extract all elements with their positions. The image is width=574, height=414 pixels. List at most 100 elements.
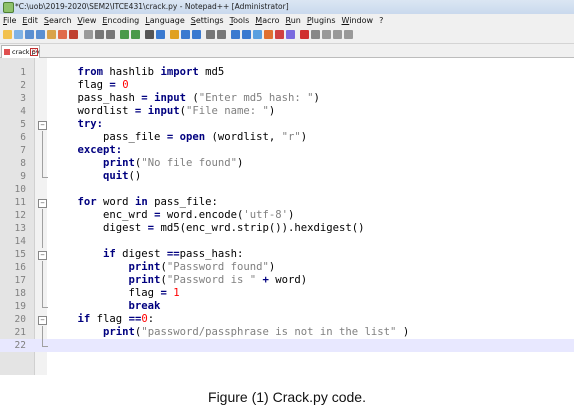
fold-line bbox=[36, 274, 46, 287]
code-line[interactable]: 2 flag = 0 bbox=[0, 79, 574, 92]
toolbar-button-icon[interactable] bbox=[47, 30, 56, 39]
menu-item-tools[interactable]: Tools bbox=[230, 14, 250, 27]
toolbar-button-icon[interactable] bbox=[95, 30, 104, 39]
line-number: 5 bbox=[20, 119, 26, 130]
code-token: print bbox=[103, 157, 135, 169]
toolbar-button-icon[interactable] bbox=[311, 30, 320, 39]
toolbar-button-icon[interactable] bbox=[36, 30, 45, 39]
fold-toggle-icon[interactable]: − bbox=[36, 313, 47, 326]
toolbar-button-icon[interactable] bbox=[131, 30, 140, 39]
toolbar-button-icon[interactable] bbox=[217, 30, 226, 39]
fold-toggle-icon[interactable]: − bbox=[36, 118, 47, 131]
toolbar-button-icon[interactable] bbox=[322, 30, 331, 39]
code-line[interactable]: 10 bbox=[0, 183, 574, 196]
menu-item-edit[interactable]: Edit bbox=[22, 14, 38, 27]
code-token: flag bbox=[52, 287, 161, 299]
line-number: 21 bbox=[14, 327, 26, 338]
toolbar-button-icon[interactable] bbox=[286, 30, 295, 39]
code-token: print bbox=[128, 274, 161, 286]
fold-line bbox=[36, 235, 46, 248]
menu-item-settings[interactable]: Settings bbox=[191, 14, 224, 27]
code-line[interactable]: 9 quit() bbox=[0, 170, 574, 183]
toolbar-button-icon[interactable] bbox=[264, 30, 273, 39]
code-line[interactable]: 21 print("password/passphrase is not in … bbox=[0, 326, 574, 339]
toolbar-button-icon[interactable] bbox=[14, 30, 23, 39]
toolbar-button-icon[interactable] bbox=[84, 30, 93, 39]
code-line[interactable]: 6 pass_file = open (wordlist, "r") bbox=[0, 131, 574, 144]
code-line[interactable]: 12 enc_wrd = word.encode('utf-8') bbox=[0, 209, 574, 222]
code-token: ) bbox=[288, 209, 295, 221]
toolbar-button-icon[interactable] bbox=[253, 30, 262, 39]
toolbar-button-icon[interactable] bbox=[275, 30, 284, 39]
toolbar-button-icon[interactable] bbox=[300, 30, 309, 39]
toolbar-button-icon[interactable] bbox=[3, 30, 12, 39]
code-line[interactable]: 20− if flag ==0: bbox=[0, 313, 574, 326]
fold-line bbox=[36, 326, 46, 339]
menu-bar: File Edit Search View Encoding Language Settin… bbox=[0, 14, 574, 27]
menu-item-encoding[interactable]: Encoding bbox=[102, 14, 139, 27]
code-text: if flag ==0: bbox=[52, 313, 155, 326]
line-number: 19 bbox=[14, 301, 26, 312]
menu-item-help[interactable]: ? bbox=[379, 14, 383, 27]
code-line[interactable]: 4 wordlist = input("File name: ") bbox=[0, 105, 574, 118]
code-line[interactable]: 5− try: bbox=[0, 118, 574, 131]
toolbar-button-icon[interactable] bbox=[69, 30, 78, 39]
code-line[interactable]: 18 flag = 1 bbox=[0, 287, 574, 300]
toolbar-button-icon[interactable] bbox=[242, 30, 251, 39]
code-token: pass_hash: bbox=[179, 248, 244, 260]
code-token: if bbox=[77, 313, 91, 325]
code-line[interactable]: 3 pass_hash = input ("Enter md5 hash: ") bbox=[0, 92, 574, 105]
toolbar-button-icon[interactable] bbox=[333, 30, 342, 39]
menu-item-file[interactable]: File bbox=[3, 14, 16, 27]
code-line[interactable]: 17 print("Password is " + word) bbox=[0, 274, 574, 287]
code-line[interactable]: 8 print("No file found") bbox=[0, 157, 574, 170]
code-text: flag = 0 bbox=[52, 79, 129, 92]
menu-item-window[interactable]: Window bbox=[342, 14, 374, 27]
fold-toggle-icon[interactable]: − bbox=[36, 248, 47, 261]
code-editor[interactable]: 1 from hashlib import md5 2 flag = 03 pas… bbox=[0, 58, 574, 375]
code-text: quit() bbox=[52, 170, 141, 183]
menu-item-search[interactable]: Search bbox=[44, 14, 71, 27]
menu-item-view[interactable]: View bbox=[77, 14, 96, 27]
toolbar-button-icon[interactable] bbox=[231, 30, 240, 39]
toolbar-button-icon[interactable] bbox=[106, 30, 115, 39]
code-line[interactable]: 1 from hashlib import md5 bbox=[0, 66, 574, 79]
code-token: except: bbox=[77, 144, 123, 156]
fold-toggle-icon[interactable]: − bbox=[36, 196, 47, 209]
code-line[interactable]: 14 bbox=[0, 235, 574, 248]
menu-item-plugins[interactable]: Plugins bbox=[307, 14, 336, 27]
code-line[interactable]: 22 bbox=[0, 339, 574, 352]
toolbar-button-icon[interactable] bbox=[25, 30, 34, 39]
code-line[interactable]: 7 except: bbox=[0, 144, 574, 157]
code-text: enc_wrd = word.encode('utf-8') bbox=[52, 209, 294, 222]
toolbar-button-icon[interactable] bbox=[58, 30, 67, 39]
toolbar-button-icon[interactable] bbox=[181, 30, 190, 39]
close-icon[interactable]: × bbox=[30, 48, 38, 56]
code-token: word bbox=[96, 196, 135, 208]
fold-empty bbox=[36, 79, 46, 92]
toolbar-button-icon[interactable] bbox=[206, 30, 215, 39]
code-line[interactable]: 19 break bbox=[0, 300, 574, 313]
code-line[interactable]: 16 print("Password found") bbox=[0, 261, 574, 274]
code-token: "password/passphrase is not in the list" bbox=[141, 326, 397, 338]
code-line[interactable]: 11− for word in pass_file: bbox=[0, 196, 574, 209]
fold-end bbox=[36, 339, 48, 352]
menu-item-macro[interactable]: Macro bbox=[255, 14, 279, 27]
toolbar-button-icon[interactable] bbox=[120, 30, 129, 39]
figure-caption: Figure (1) Crack.py code. bbox=[208, 389, 366, 405]
menu-item-run[interactable]: Run bbox=[286, 14, 301, 27]
fold-empty bbox=[36, 183, 46, 196]
line-number: 4 bbox=[20, 106, 26, 117]
code-line[interactable]: 15− if digest ==pass_hash: bbox=[0, 248, 574, 261]
toolbar-button-icon[interactable] bbox=[145, 30, 154, 39]
toolbar-button-icon[interactable] bbox=[344, 30, 353, 39]
toolbar-button-icon[interactable] bbox=[192, 30, 201, 39]
code-line[interactable]: 13 digest = md5(enc_wrd.strip()).hexdige… bbox=[0, 222, 574, 235]
menu-item-language[interactable]: Language bbox=[145, 14, 185, 27]
tab-crack-py[interactable]: crack.py × bbox=[1, 45, 40, 58]
toolbar-button-icon[interactable] bbox=[156, 30, 165, 39]
code-token: open bbox=[179, 131, 206, 143]
toolbar-button-icon[interactable] bbox=[170, 30, 179, 39]
